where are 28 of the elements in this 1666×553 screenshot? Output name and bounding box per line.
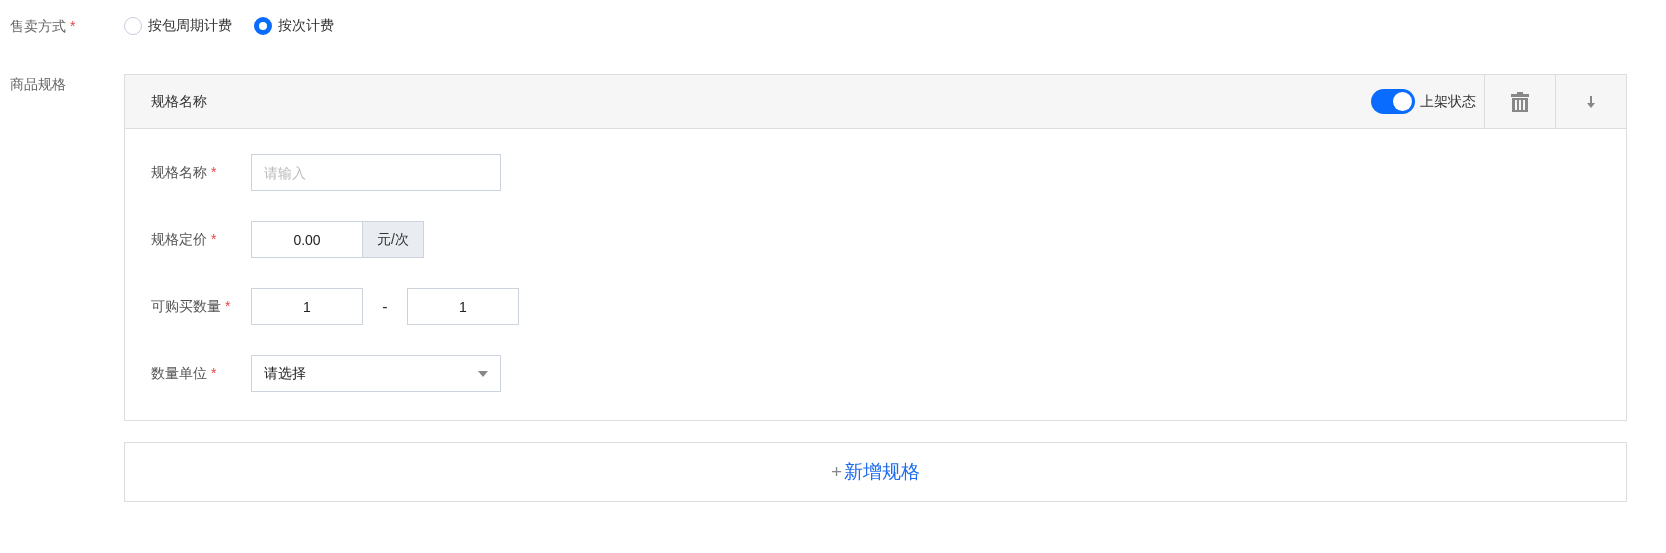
trash-icon <box>1511 91 1529 112</box>
required-mark: * <box>70 18 76 34</box>
field-label: 可购买数量 <box>151 297 221 314</box>
select-dropdown[interactable]: 请选择 <box>251 355 501 392</box>
radio-option[interactable]: 按次计费 <box>254 17 334 35</box>
range-separator: - <box>381 297 389 316</box>
field-label: 售卖方式 <box>10 18 66 34</box>
arrow-down-icon <box>1586 95 1596 108</box>
required-mark: * <box>225 297 231 314</box>
input-field[interactable]: 请输入 <box>251 154 501 191</box>
required-mark: * <box>211 163 217 180</box>
toggle-label: 上架状态 <box>1420 92 1476 111</box>
panel-title: 规格名称 <box>150 92 208 111</box>
unit-addon: 元/次 <box>363 221 424 258</box>
toggle-switch[interactable] <box>1371 89 1415 114</box>
add-spec-button[interactable]: +新增规格 <box>124 442 1627 502</box>
input-field[interactable]: 1 <box>407 288 519 325</box>
field-label: 规格名称 <box>151 163 207 180</box>
required-mark: * <box>211 364 217 381</box>
price-input[interactable]: 0.00 <box>251 221 363 258</box>
radio-option[interactable]: 按包周期计费 <box>124 17 232 35</box>
input-field[interactable]: 1 <box>251 288 363 325</box>
field-label: 商品规格 <box>10 76 66 92</box>
field-label: 数量单位 <box>151 364 207 381</box>
radio-icon[interactable] <box>254 17 272 35</box>
caret-icon <box>478 370 488 377</box>
field-label: 规格定价 <box>151 230 207 247</box>
required-mark: * <box>211 230 217 247</box>
